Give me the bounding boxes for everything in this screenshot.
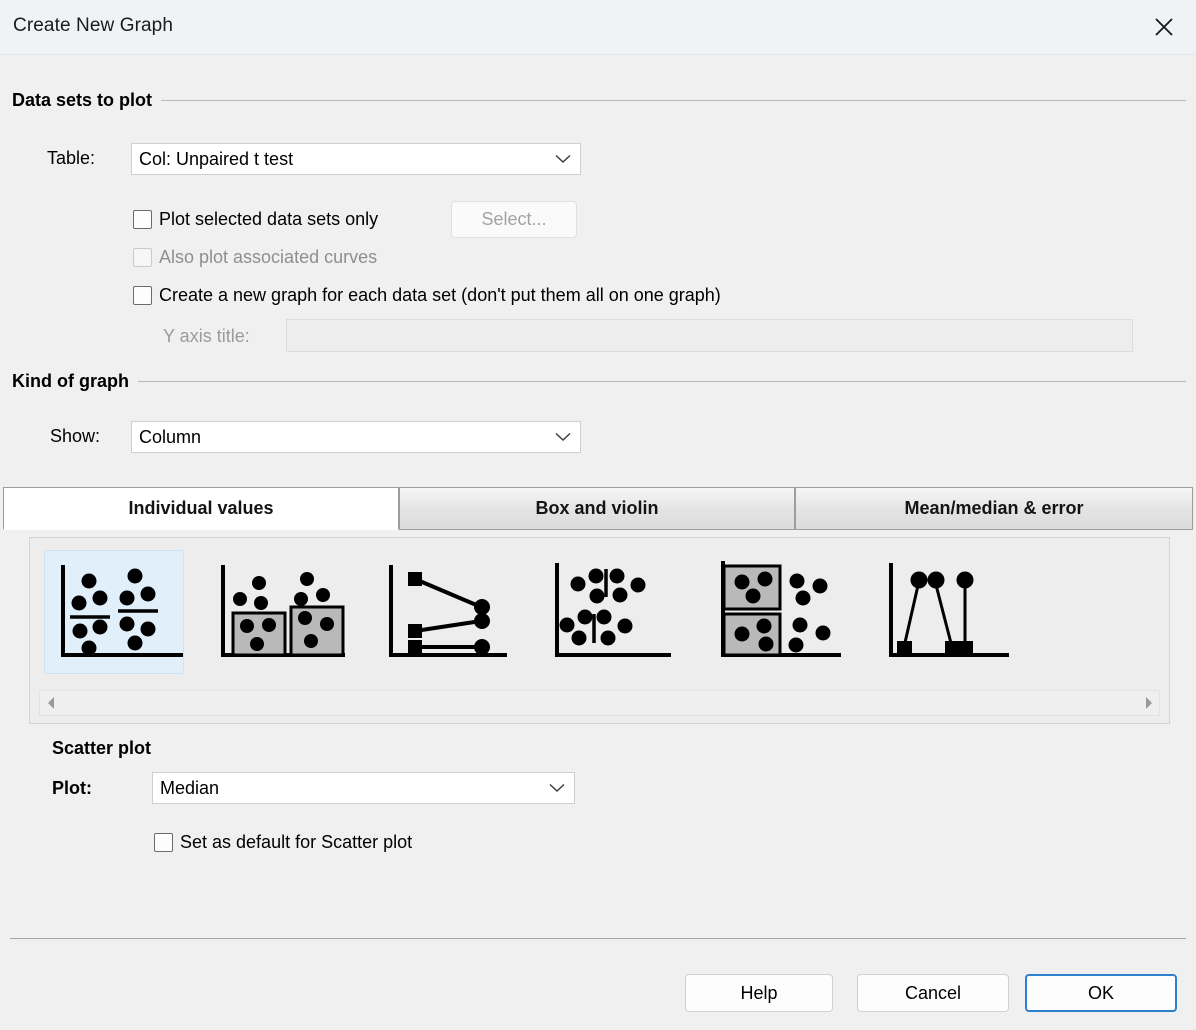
chevron-down-icon	[546, 154, 580, 164]
group-header-kind-of-graph: Kind of graph	[12, 371, 1186, 392]
y-axis-title-input[interactable]	[286, 319, 1133, 352]
show-label: Show:	[50, 426, 100, 447]
show-dropdown[interactable]: Column	[131, 421, 581, 453]
table-label: Table:	[47, 148, 95, 169]
checkbox-label: Also plot associated curves	[152, 247, 377, 268]
triangle-left-icon[interactable]	[40, 691, 62, 715]
cancel-button[interactable]: Cancel	[857, 974, 1009, 1012]
chevron-down-icon	[546, 432, 580, 442]
checkbox-also-plot-curves: Also plot associated curves	[133, 247, 377, 268]
tab-box-and-violin[interactable]: Box and violin	[399, 487, 795, 530]
table-dropdown-value: Col: Unpaired t test	[132, 149, 546, 170]
plot-label: Plot:	[52, 778, 92, 799]
checkbox-box	[133, 286, 152, 305]
dialog-title: Create New Graph	[13, 15, 173, 37]
graph-type-tabs: Individual values Box and violin Mean/me…	[3, 487, 1193, 530]
table-dropdown[interactable]: Col: Unpaired t test	[131, 143, 581, 175]
checkbox-box	[133, 248, 152, 267]
close-icon[interactable]	[1132, 0, 1196, 53]
group-header-label: Kind of graph	[12, 371, 138, 392]
chevron-down-icon	[540, 783, 574, 793]
thumbnail-spike-lollipop-plot[interactable]	[874, 550, 1014, 674]
y-axis-title-label: Y axis title:	[163, 326, 250, 347]
footer-separator	[10, 938, 1186, 939]
checkbox-box	[133, 210, 152, 229]
thumbnail-horizontal-bars-with-points[interactable]	[708, 550, 848, 674]
graph-thumbnail-gallery	[29, 537, 1170, 724]
checkbox-label: Create a new graph for each data set (do…	[152, 285, 721, 306]
thumbnail-scatter-with-median-line[interactable]	[44, 550, 184, 674]
checkbox-new-graph-per-dataset[interactable]: Create a new graph for each data set (do…	[133, 285, 721, 306]
select-button[interactable]: Select...	[451, 201, 577, 238]
tab-individual-values[interactable]: Individual values	[3, 487, 399, 530]
ok-button[interactable]: OK	[1025, 974, 1177, 1012]
plot-dropdown[interactable]: Median	[152, 772, 575, 804]
group-header-rule	[161, 100, 1186, 101]
group-header-label: Data sets to plot	[12, 90, 161, 111]
checkbox-plot-selected-only[interactable]: Plot selected data sets only	[133, 209, 378, 230]
thumbnail-horizontal-scatter-with-line[interactable]	[542, 550, 682, 674]
dialog-titlebar: Create New Graph	[0, 0, 1196, 55]
group-header-rule	[138, 381, 1186, 382]
thumbnail-bars-with-scattered-points[interactable]	[210, 550, 350, 674]
checkbox-box	[154, 833, 173, 852]
checkbox-label: Set as default for Scatter plot	[173, 832, 412, 853]
thumbnail-horizontal-scrollbar[interactable]	[39, 690, 1160, 716]
show-dropdown-value: Column	[132, 427, 546, 448]
scatter-plot-section-header: Scatter plot	[52, 738, 151, 759]
group-header-data-sets: Data sets to plot	[12, 90, 1186, 111]
help-button[interactable]: Help	[685, 974, 833, 1012]
triangle-right-icon[interactable]	[1137, 691, 1159, 715]
plot-dropdown-value: Median	[153, 778, 540, 799]
checkbox-set-as-default[interactable]: Set as default for Scatter plot	[154, 832, 412, 853]
thumbnail-before-after-connected-lines[interactable]	[376, 550, 516, 674]
checkbox-label: Plot selected data sets only	[152, 209, 378, 230]
tab-mean-median-error[interactable]: Mean/median & error	[795, 487, 1193, 530]
